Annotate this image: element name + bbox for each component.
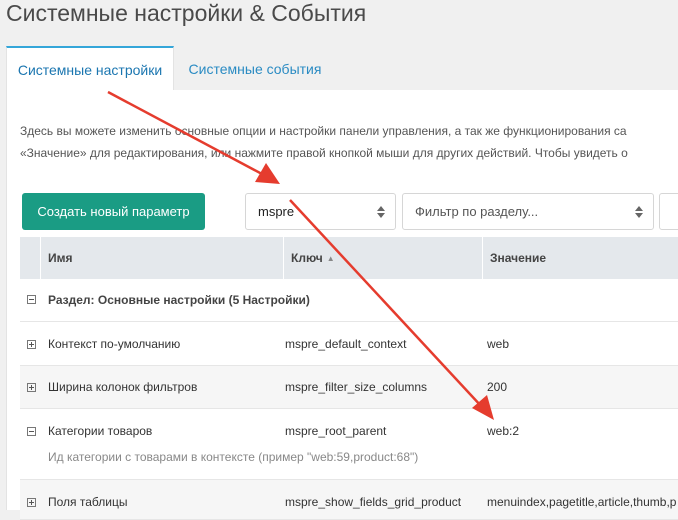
area-filter-placeholder: Фильтр по разделу... [415, 204, 539, 219]
area-filter[interactable]: Фильтр по разделу... [402, 193, 654, 230]
setting-name: Категории товаров [48, 424, 153, 438]
setting-name: Контекст по-умолчанию [48, 337, 181, 351]
description-line-1: Здесь вы можете изменить основные опции … [20, 124, 627, 138]
search-filter[interactable] [659, 193, 678, 230]
group-row[interactable]: Раздел: Основные настройки (5 Настройки) [20, 279, 678, 322]
page-title: Системные настройки & События [6, 0, 367, 26]
column-header-value[interactable]: Значение [482, 237, 678, 279]
create-setting-button[interactable]: Создать новый параметр [22, 193, 205, 230]
tab-system-events[interactable]: Системные события [176, 46, 334, 91]
expand-icon[interactable] [27, 383, 36, 392]
tab-system-settings[interactable]: Системные настройки [6, 46, 174, 91]
setting-key: mspre_filter_size_columns [285, 380, 428, 394]
setting-description: Ид категории с товарами в контексте (при… [48, 450, 419, 464]
setting-name: Ширина колонок фильтров [48, 380, 198, 394]
collapse-icon[interactable] [27, 295, 36, 304]
setting-key: mspre_root_parent [285, 424, 387, 438]
group-label: Раздел: Основные настройки (5 Настройки) [48, 293, 310, 307]
updown-icon [377, 206, 385, 218]
expand-icon[interactable] [27, 340, 36, 349]
namespace-filter-value: mspre [258, 204, 295, 219]
description-line-2: «Значение» для редактирования, или нажми… [20, 146, 628, 160]
table-row[interactable]: Поля таблицы mspre_show_fields_grid_prod… [20, 480, 678, 520]
expand-icon[interactable] [27, 498, 36, 507]
column-header-key[interactable]: Ключ ▲ [283, 237, 482, 279]
setting-value[interactable]: web:2 [487, 424, 519, 438]
grid-header: Имя Ключ ▲ Значение [20, 237, 678, 279]
description-text: Здесь вы можете изменить основные опции … [20, 120, 628, 164]
updown-icon [635, 206, 643, 218]
table-row[interactable]: Контекст по-умолчанию mspre_default_cont… [20, 322, 678, 366]
setting-value[interactable]: web [487, 337, 509, 351]
column-header-name[interactable]: Имя [40, 237, 283, 279]
table-row[interactable]: Категории товаров mspre_root_parent web:… [20, 409, 678, 480]
setting-value[interactable]: 200 [487, 380, 507, 394]
table-row[interactable]: Ширина колонок фильтров mspre_filter_siz… [20, 366, 678, 409]
setting-key: mspre_default_context [285, 337, 407, 351]
sort-asc-icon: ▲ [326, 253, 335, 263]
namespace-filter[interactable]: mspre [245, 193, 396, 230]
collapse-icon[interactable] [27, 427, 36, 436]
